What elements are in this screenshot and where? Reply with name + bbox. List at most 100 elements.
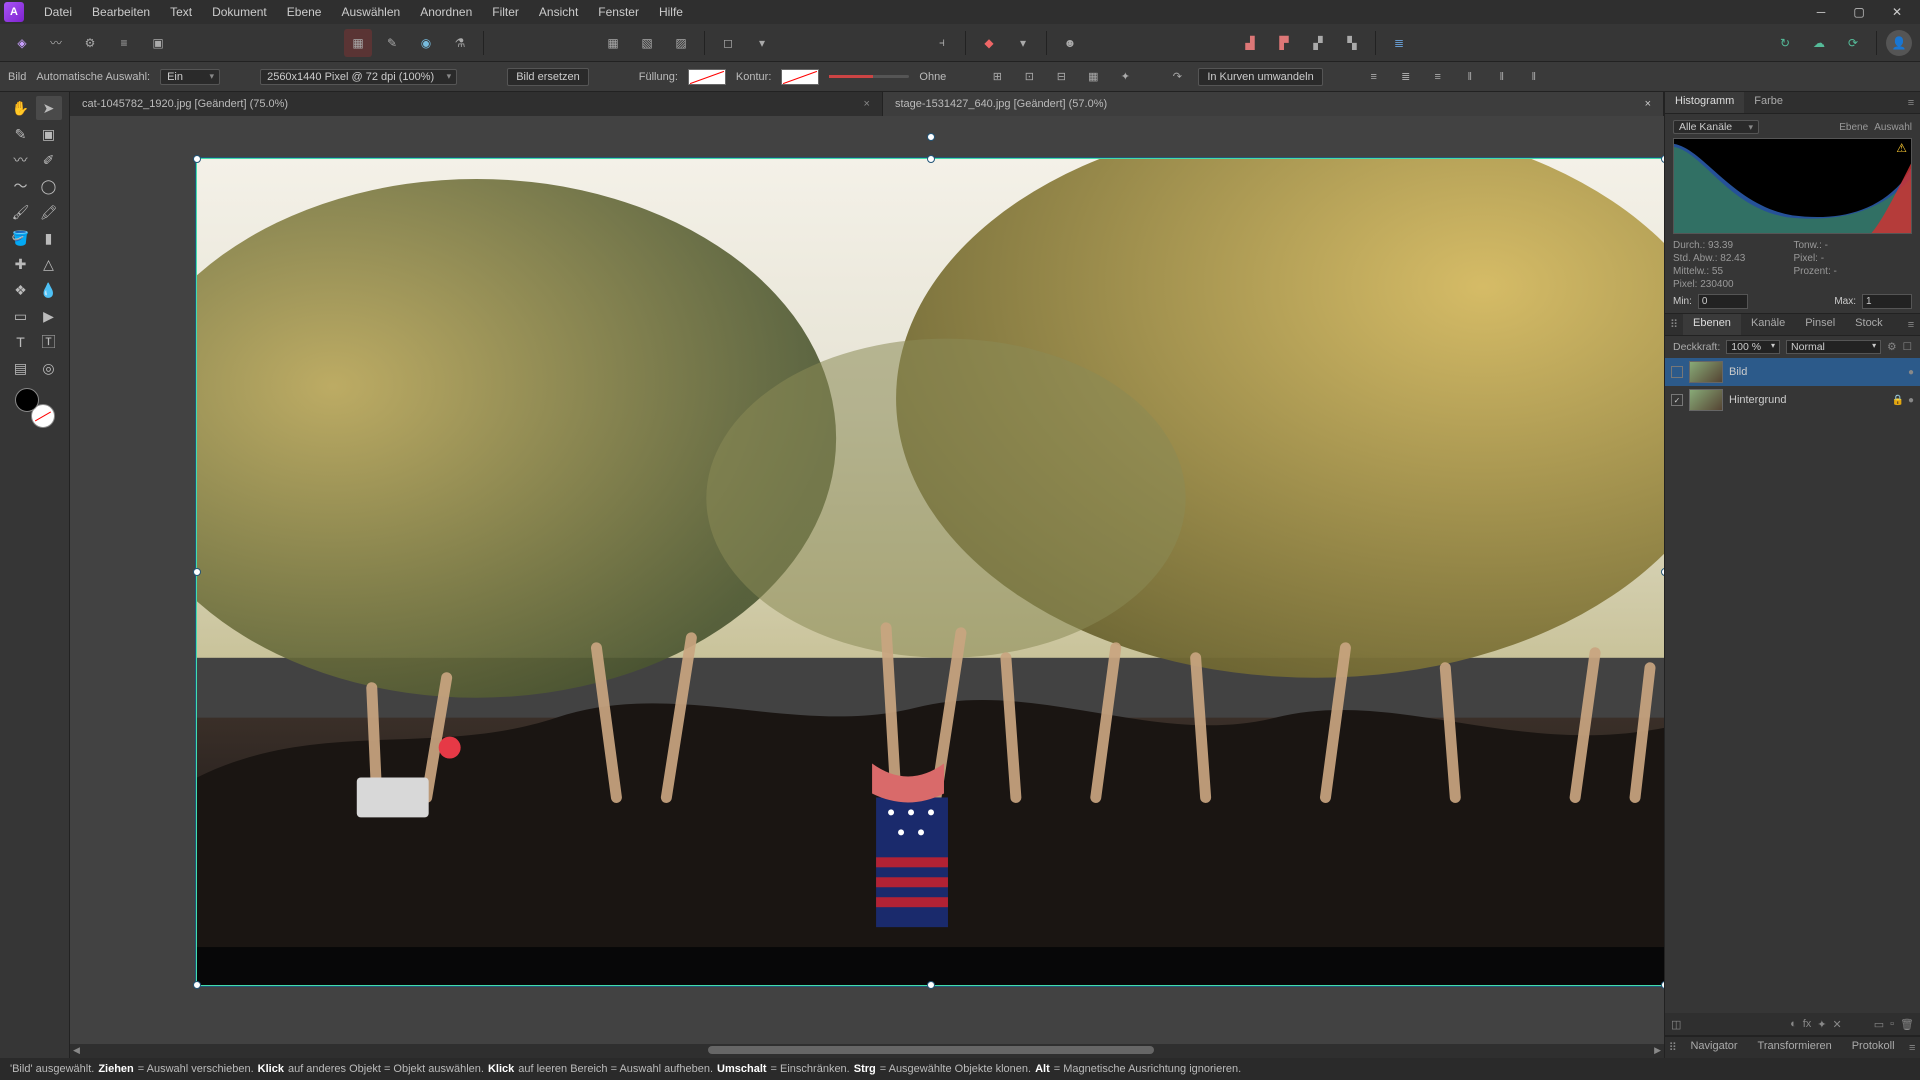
mesh-tool[interactable]: ▤ [8, 356, 34, 380]
picker-tool[interactable]: ◎ [36, 356, 62, 380]
layer-item-hintergrund[interactable]: ✓ Hintergrund 🔒● [1665, 386, 1920, 414]
align-center-icon[interactable]: ≣ [1395, 66, 1417, 88]
view-tool[interactable]: ✋ [8, 96, 34, 120]
eraser-tool[interactable]: ▭ [8, 304, 34, 328]
fill-swatch[interactable] [688, 69, 726, 85]
align-mid-icon[interactable]: ‖ [1491, 66, 1513, 88]
h-scrollbar[interactable]: ◀ ▶ [70, 1044, 1664, 1058]
tab-brushes[interactable]: Pinsel [1795, 314, 1845, 335]
menu-filter[interactable]: Filter [482, 1, 529, 23]
transform-origin-icon[interactable]: ⊡ [1018, 66, 1040, 88]
handle-tl[interactable] [193, 155, 201, 163]
canvas-image[interactable] [196, 158, 1664, 986]
insert-behind-icon[interactable]: ▟ [1236, 29, 1264, 57]
add-layer-icon[interactable]: ▫ [1890, 1018, 1894, 1030]
tab-cat[interactable]: cat-1045782_1920.jpg [Geändert] (75.0%)× [70, 92, 883, 116]
tab-color[interactable]: Farbe [1744, 92, 1793, 113]
pencil-tool[interactable]: ✐ [36, 148, 62, 172]
insert-inside-icon[interactable]: ▞ [1304, 29, 1332, 57]
stroke-width-slider[interactable] [829, 75, 909, 78]
freehand-tool[interactable]: 〜 [8, 174, 34, 198]
gear-icon[interactable]: ⚙ [1887, 341, 1896, 353]
lens-icon[interactable]: ⚗ [446, 29, 474, 57]
move-tool[interactable]: ➤ [36, 96, 62, 120]
panel-dock-icon[interactable]: ⠿ [1665, 1037, 1680, 1058]
photo-persona-icon[interactable]: ◈ [8, 29, 36, 57]
handle-bl[interactable] [193, 981, 201, 989]
checkbox-icon[interactable]: ☐ [1903, 341, 1912, 353]
align-bot-icon[interactable]: ‖ [1523, 66, 1545, 88]
autoselect-dropdown[interactable]: Ein [160, 69, 220, 85]
panel-menu-icon[interactable]: ≡ [1905, 1037, 1920, 1058]
level-button[interactable]: Ebene [1839, 122, 1868, 133]
frame-text-tool[interactable]: 🅃 [36, 330, 62, 354]
account-avatar[interactable]: 👤 [1886, 30, 1912, 56]
menu-auswaehlen[interactable]: Auswählen [331, 1, 410, 23]
tab-stock[interactable]: Stock [1845, 314, 1893, 335]
develop-persona-icon[interactable]: ⚙ [76, 29, 104, 57]
group-icon[interactable]: ▭ [1874, 1018, 1884, 1031]
menu-hilfe[interactable]: Hilfe [649, 1, 693, 23]
select-all-icon[interactable]: ▦ [599, 29, 627, 57]
to-curves-button[interactable]: In Kurven umwandeln [1198, 68, 1322, 86]
tab-layers[interactable]: Ebenen [1683, 314, 1741, 335]
menu-dokument[interactable]: Dokument [202, 1, 277, 23]
insert-front-icon[interactable]: ▛ [1270, 29, 1298, 57]
menu-anordnen[interactable]: Anordnen [410, 1, 482, 23]
select-button[interactable]: Auswahl [1874, 122, 1912, 133]
scroll-left-icon[interactable]: ◀ [73, 1045, 80, 1056]
tone-persona-icon[interactable]: ≡ [110, 29, 138, 57]
close-icon[interactable]: × [864, 98, 870, 110]
pen-tool[interactable]: 〰 [8, 148, 34, 172]
link-icon[interactable]: ⟳ [1839, 29, 1867, 57]
layer-visibility-checkbox[interactable]: ✓ [1671, 394, 1683, 406]
tag-icon[interactable]: ✕ [1833, 1018, 1842, 1031]
align-icon[interactable]: ≣ [1385, 29, 1413, 57]
cloud-icon[interactable]: ☁ [1805, 29, 1833, 57]
clone-tool[interactable]: ❖ [8, 278, 34, 302]
handle-tm[interactable] [927, 155, 935, 163]
dimensions-dropdown[interactable]: 2560x1440 Pixel @ 72 dpi (100%) [260, 69, 457, 85]
align-top-icon[interactable]: ‖ [1459, 66, 1481, 88]
panel-dock-icon[interactable]: ⠿ [1665, 314, 1683, 335]
menu-text[interactable]: Text [160, 1, 202, 23]
deselect-icon[interactable]: ▧ [633, 29, 661, 57]
tab-protocol[interactable]: Protokoll [1842, 1037, 1905, 1058]
brush-tool[interactable]: 🖌 [8, 200, 34, 224]
canvas-viewport[interactable] [70, 116, 1664, 1044]
marquee-tool[interactable]: ◯ [36, 174, 62, 198]
smudge-tool[interactable]: 💧 [36, 278, 62, 302]
blur-tool[interactable]: △ [36, 252, 62, 276]
node-tool[interactable]: ✎ [8, 122, 34, 146]
handle-br[interactable] [1661, 981, 1664, 989]
snapping-icon[interactable]: ◆ [975, 29, 1003, 57]
scroll-thumb[interactable] [708, 1046, 1154, 1054]
healing-tool[interactable]: ✚ [8, 252, 34, 276]
menu-ebene[interactable]: Ebene [277, 1, 332, 23]
align-left-icon[interactable]: ≡ [1363, 66, 1385, 88]
color-brush-tool[interactable]: 🖍 [36, 200, 62, 224]
reselect-icon[interactable]: ▨ [667, 29, 695, 57]
tab-histogram[interactable]: Histogramm [1665, 92, 1744, 113]
visibility-icon[interactable]: ● [1908, 367, 1914, 378]
handle-bm[interactable] [927, 981, 935, 989]
mask-icon[interactable]: ◫ [1671, 1018, 1681, 1031]
min-input[interactable] [1698, 294, 1748, 309]
lock-icon[interactable]: 🔒 [1892, 395, 1904, 406]
hide-selection-icon[interactable]: ⊟ [1050, 66, 1072, 88]
menu-datei[interactable]: Datei [34, 1, 82, 23]
liquify-persona-icon[interactable]: 〰 [42, 29, 70, 57]
visibility-icon[interactable]: ● [1908, 395, 1914, 406]
blend-dropdown[interactable]: Normal [1786, 340, 1881, 354]
arrange-icon[interactable]: ⫞ [928, 29, 956, 57]
menu-ansicht[interactable]: Ansicht [529, 1, 588, 23]
insert-top-icon[interactable]: ▚ [1338, 29, 1366, 57]
stroke-swatch[interactable] [781, 69, 819, 85]
quickmask-icon[interactable]: ◻ [714, 29, 742, 57]
caret-down-icon[interactable]: ▾ [1009, 29, 1037, 57]
assistant-icon[interactable]: ☻ [1056, 29, 1084, 57]
panel-menu-icon[interactable]: ≡ [1902, 314, 1920, 335]
caret-down-icon[interactable]: ▾ [748, 29, 776, 57]
shape-tool[interactable]: ▶ [36, 304, 62, 328]
tab-stage[interactable]: stage-1531427_640.jpg [Geändert] (57.0%)… [883, 92, 1664, 116]
